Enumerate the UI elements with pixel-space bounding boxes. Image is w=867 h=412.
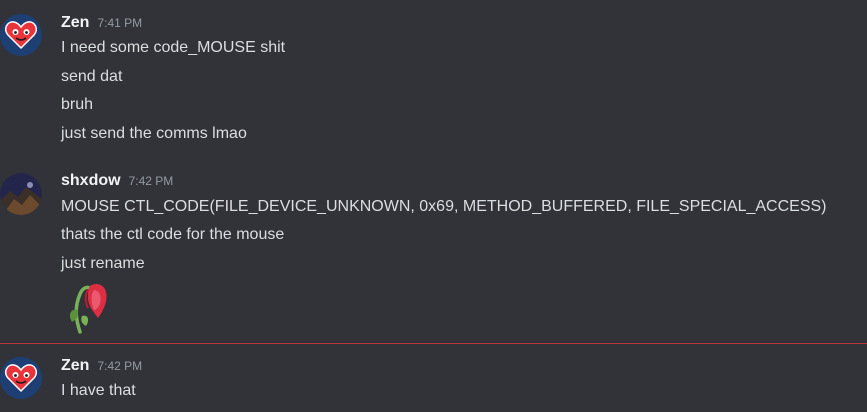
timestamp: 7:41 PM xyxy=(97,16,143,30)
dark-scene-avatar-icon xyxy=(0,173,42,215)
new-messages-divider xyxy=(0,343,867,344)
message-header: Zen 7:42 PM xyxy=(61,357,142,379)
message-header: Zen 7:41 PM xyxy=(61,14,142,36)
timestamp: 7:42 PM xyxy=(128,174,174,188)
heart-face-icon xyxy=(0,14,42,56)
message-text: just send the comms lmao xyxy=(61,125,247,142)
message-text: MOUSE CTL_CODE(FILE_DEVICE_UNKNOWN, 0x69… xyxy=(61,198,827,215)
heart-face-icon xyxy=(0,357,42,399)
message-text: just rename xyxy=(61,255,145,272)
username[interactable]: shxdow xyxy=(61,172,121,190)
timestamp: 7:42 PM xyxy=(97,359,143,373)
message-text: I have that xyxy=(61,382,136,399)
avatar[interactable] xyxy=(0,173,42,215)
username[interactable]: Zen xyxy=(61,14,89,32)
avatar[interactable] xyxy=(0,357,42,399)
message-text: bruh xyxy=(61,96,94,113)
message-text: I need some code_MOUSE shit xyxy=(61,39,286,56)
username[interactable]: Zen xyxy=(61,357,89,375)
message-text: thats the ctl code for the mouse xyxy=(61,226,285,243)
wilted-rose-icon xyxy=(70,284,107,334)
message-text: send dat xyxy=(61,68,123,85)
avatar[interactable] xyxy=(0,14,42,56)
message-header: shxdow 7:42 PM xyxy=(61,172,173,194)
